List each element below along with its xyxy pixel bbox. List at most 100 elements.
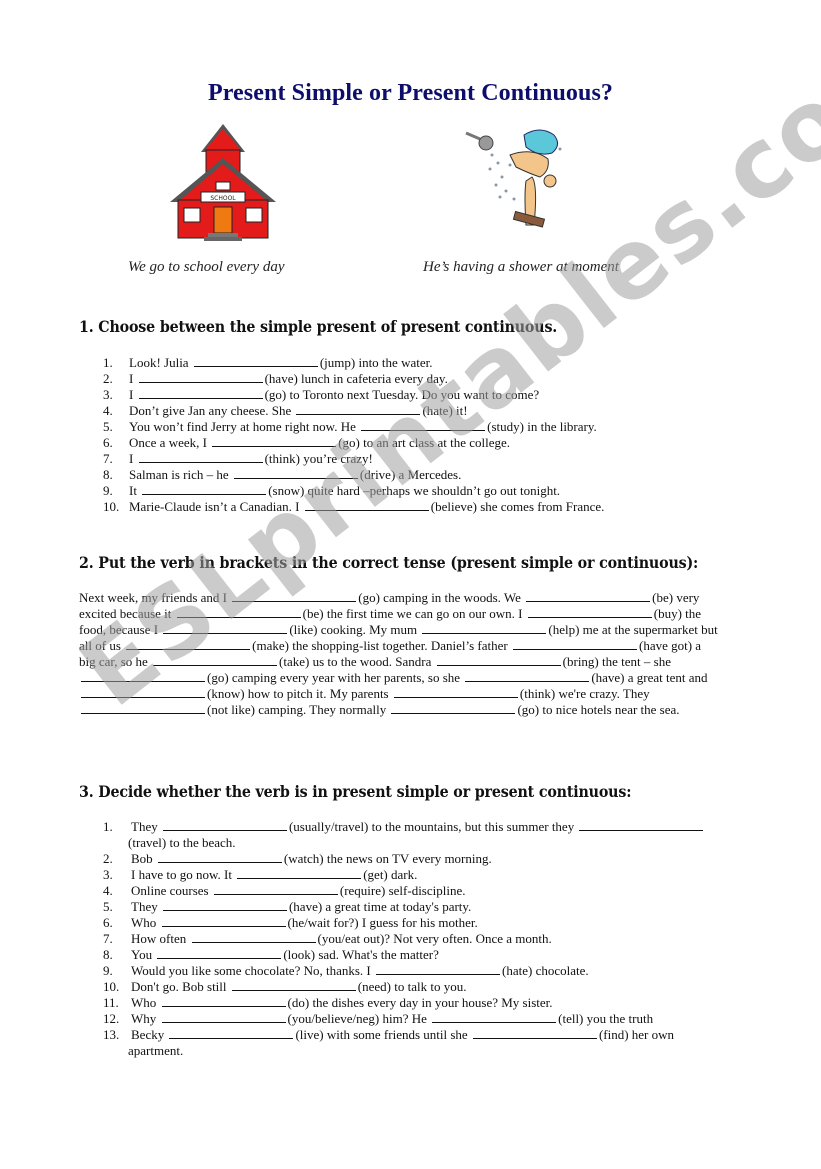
exercise-item: 7. How often (you/eat out)? Not very ofte… [103, 931, 753, 947]
steps-lower [204, 237, 242, 241]
exercise-item: 5. They (have) a great time at today's pa… [103, 899, 753, 915]
text-segment: (you/believe/neg) him? He [287, 1011, 431, 1026]
item-number: 2. [103, 851, 113, 866]
answer-blank[interactable] [191, 931, 316, 943]
answer-blank[interactable] [161, 995, 286, 1007]
exercise-item: 7. I (think) you’re crazy! [103, 451, 753, 467]
answer-blank[interactable] [163, 622, 288, 634]
answer-blank[interactable] [432, 1011, 557, 1023]
exercise-item: 4. Don’t give Jan any cheese. She (hate) … [103, 403, 753, 419]
text-segment: I have to go now. It [131, 867, 236, 882]
answer-blank[interactable] [212, 435, 337, 447]
exercise-item: 9. Would you like some chocolate? No, tha… [103, 963, 753, 979]
item-number: 4. [103, 403, 113, 418]
text-segment: (like) cooking. My mum [289, 622, 421, 637]
answer-blank[interactable] [157, 851, 282, 863]
text-segment: food, because I [79, 622, 162, 637]
item-text: It (snow) quite hard –perhaps we shouldn… [129, 483, 560, 499]
text-segment: Who [131, 915, 160, 930]
item-prompt: I [129, 451, 137, 466]
worksheet-title: Present Simple or Present Continuous? [207, 80, 614, 106]
answer-blank[interactable] [162, 819, 287, 831]
left-window [183, 207, 201, 223]
text-segment: (buy) the [653, 606, 702, 621]
answer-blank[interactable] [126, 638, 251, 650]
shower-head [478, 135, 494, 151]
text-segment: How often [131, 931, 190, 946]
text-segment: (he/wait for?) I guess for his mother. [287, 915, 478, 930]
item-number: 9. [103, 963, 113, 978]
text-segment: (usually/travel) to the mountains, but t… [288, 819, 578, 834]
answer-blank[interactable] [436, 654, 561, 666]
text-segment: (not like) camping. They normally [207, 702, 390, 717]
answer-blank[interactable] [472, 1027, 597, 1039]
item-prompt: I [129, 371, 137, 386]
exercise-item: 10. Marie-Claude isn’t a Canadian. I (bel… [103, 499, 753, 515]
text-segment: They [131, 899, 161, 914]
item-number: 5. [103, 899, 113, 914]
answer-blank[interactable] [138, 387, 263, 399]
text-segment: Bob [131, 851, 156, 866]
answer-blank[interactable] [527, 606, 652, 618]
answer-blank[interactable] [161, 1011, 286, 1023]
item-text: How often (you/eat out)? Not very often.… [131, 931, 552, 947]
answer-blank[interactable] [465, 670, 590, 682]
answer-blank[interactable] [153, 654, 278, 666]
answer-blank[interactable] [361, 419, 486, 431]
text-segment: Don't go. Bob still [131, 979, 230, 994]
item-hint: (snow) quite hard –perhaps we shouldn’t … [268, 483, 561, 498]
text-segment: Becky [131, 1027, 168, 1042]
answer-blank[interactable] [233, 467, 358, 479]
item-number: 10. [103, 499, 120, 514]
answer-blank[interactable] [237, 867, 362, 879]
item-text: Look! Julia (jump) into the water. [129, 355, 432, 371]
item-text: I (go) to Toronto next Tuesday. Do you w… [129, 387, 539, 403]
item-text: Online courses (require) self-discipline… [131, 883, 466, 899]
exercise-item: 5. You won’t find Jerry at home right now… [103, 419, 753, 435]
answer-blank[interactable] [296, 403, 421, 415]
answer-blank[interactable] [161, 915, 286, 927]
text-segment: (live) with some friends until she [295, 1027, 471, 1042]
text-segment: (hate) chocolate. [502, 963, 589, 978]
answer-blank[interactable] [81, 702, 205, 714]
answer-blank[interactable] [142, 483, 267, 495]
item-text: Don't go. Bob still (need) to talk to yo… [131, 979, 466, 995]
item-hint: (drive) a Mercedes. [359, 467, 462, 482]
answer-blank[interactable] [81, 686, 205, 698]
answer-blank[interactable] [513, 638, 637, 650]
answer-blank[interactable] [391, 702, 516, 714]
answer-blank[interactable] [213, 883, 338, 895]
text-segment: all of us [79, 638, 125, 653]
item-text: Once a week, I (go) to an art class at t… [129, 435, 510, 451]
text-segment: (go) camping every year with her parents… [207, 670, 464, 685]
item-prompt: I [129, 387, 137, 402]
exercise-item: 3. I have to go now. It (get) dark. [103, 867, 753, 883]
answer-blank[interactable] [232, 590, 357, 602]
item-number: 7. [103, 931, 113, 946]
item-text: I have to go now. It (get) dark. [131, 867, 417, 883]
text-segment: Online courses [131, 883, 212, 898]
item-hint: (study) in the library. [487, 419, 597, 434]
answer-blank[interactable] [169, 1027, 294, 1039]
exercise-item: 11. Who (do) the dishes every day in your… [103, 995, 753, 1011]
item-number: 1. [103, 819, 113, 834]
answer-blank[interactable] [138, 451, 263, 463]
answer-blank[interactable] [157, 947, 282, 959]
answer-blank[interactable] [176, 606, 301, 618]
answer-blank[interactable] [193, 355, 318, 367]
answer-blank[interactable] [526, 590, 651, 602]
answer-blank[interactable] [138, 371, 263, 383]
item-number: 3. [103, 387, 113, 402]
answer-blank[interactable] [231, 979, 356, 991]
answer-blank[interactable] [304, 499, 429, 511]
text-segment: (help) me at the supermarket but [548, 622, 718, 637]
tower-roof-inner [205, 129, 241, 150]
answer-blank[interactable] [376, 963, 501, 975]
text-segment: (go) camping in the woods. We [358, 590, 525, 605]
answer-blank[interactable] [81, 670, 205, 682]
answer-blank[interactable] [393, 686, 518, 698]
answer-blank[interactable] [579, 819, 704, 831]
item-number: 9. [103, 483, 113, 498]
answer-blank[interactable] [422, 622, 547, 634]
answer-blank[interactable] [162, 899, 287, 911]
